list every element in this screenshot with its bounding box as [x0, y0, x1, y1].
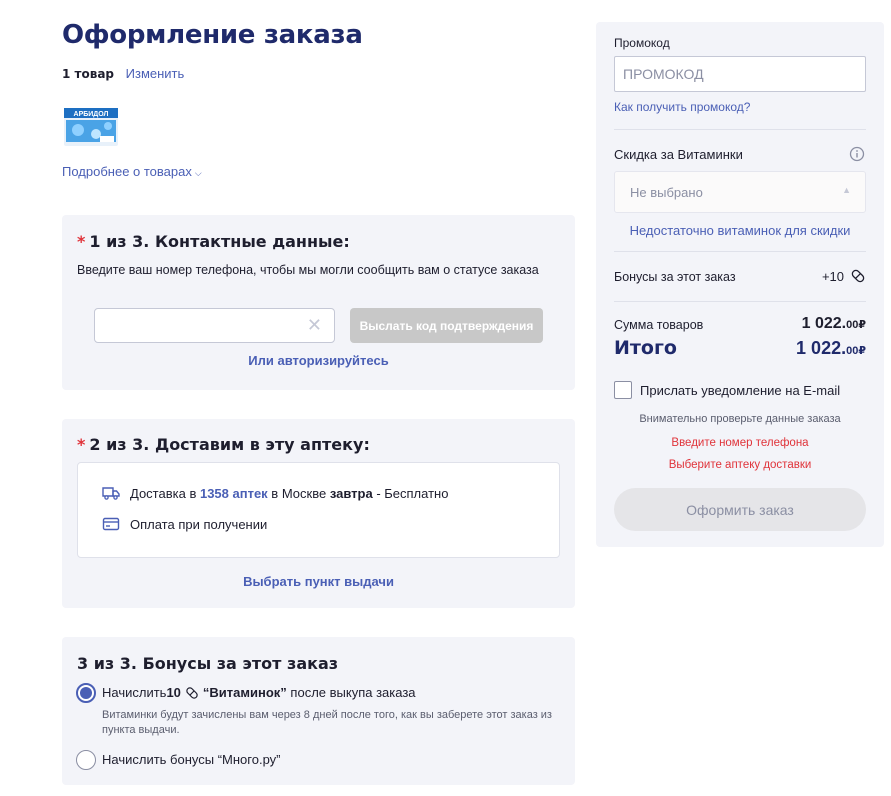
subtotal-label: Сумма товаров — [614, 318, 704, 332]
contact-step-description: Введите ваш номер телефона, чтобы мы мог… — [77, 263, 539, 277]
bonus-step-title: 3 из 3. Бонусы за этот заказ — [77, 654, 339, 673]
error-phone: Введите номер телефона — [671, 437, 809, 449]
delivery-price: - Бесплатно — [372, 485, 449, 501]
currency: ₽ — [858, 345, 866, 357]
vitamin-select-value: Не выбрано — [630, 185, 703, 200]
delivery-step-title: * 2 из 3. Доставим в эту аптеку: — [77, 435, 370, 454]
promo-help-link[interactable]: Как получить промокод? — [614, 100, 750, 114]
vitamin-bonus-note: Витаминки будут зачислены вам через 8 дн… — [102, 709, 552, 736]
items-line: 1 товар Изменить — [62, 66, 184, 81]
promo-input[interactable] — [614, 56, 866, 92]
divider — [614, 301, 866, 302]
check-order-note: Внимательно проверьте данные заказа — [639, 413, 841, 425]
bonus-label: Бонусы за этот заказ — [614, 270, 736, 284]
mnogo-bonus-radio[interactable] — [76, 750, 96, 770]
option1-name: “Витаминок” — [202, 685, 287, 700]
subtotal-main: 1 022. — [801, 315, 847, 332]
contact-step-title-text: 1 из 3. Контактные данные: — [89, 232, 350, 251]
option1-prefix: Начислить — [102, 685, 167, 700]
delivery-row: Доставка в 1358 аптек в Москве завтра - … — [102, 485, 448, 501]
delivery-city: в Москве — [267, 485, 330, 501]
delivery-when: завтра — [329, 485, 373, 501]
pharmacy-count: 1358 аптек — [199, 485, 268, 501]
mnogo-bonus-label[interactable]: Начислить бонусы “Много.ру” — [102, 752, 281, 767]
info-icon[interactable] — [849, 146, 865, 162]
contact-step-card: * 1 из 3. Контактные данные: Введите ваш … — [62, 215, 575, 390]
product-brand: АРБИДОЛ — [74, 111, 109, 118]
total-label: Итого — [614, 337, 677, 359]
divider — [614, 129, 866, 130]
required-mark: * — [77, 435, 86, 454]
subtotal-cents: 00 — [846, 319, 859, 331]
bonus-value: +10 — [822, 268, 866, 284]
vitamin-bonus-label[interactable]: Начислить 10 “Витаминок” после выкупа за… — [102, 685, 416, 700]
delivery-step-card: * 2 из 3. Доставим в эту аптеку: Доставка… — [62, 419, 575, 608]
phone-input[interactable]: ✕ — [94, 308, 335, 343]
authorize-link[interactable]: Или авторизируйтесь — [62, 353, 575, 368]
change-items-link[interactable]: Изменить — [126, 66, 185, 81]
vitamin-discount-select[interactable]: Не выбрано ▲ — [614, 171, 866, 213]
delivery-info-box: Доставка в 1358 аптек в Москве завтра - … — [77, 462, 560, 558]
more-about-products-link[interactable]: Подробнее о товарах ⌵ — [62, 164, 202, 179]
submit-order-button[interactable]: Оформить заказ — [614, 488, 866, 531]
required-mark: * — [77, 232, 86, 251]
option1-amount: 10 — [166, 685, 181, 700]
email-notify-label[interactable]: Прислать уведомление на E-mail — [640, 383, 840, 398]
truck-icon — [102, 485, 120, 501]
promo-label: Промокод — [614, 36, 670, 50]
bonus-amount: +10 — [821, 268, 844, 284]
more-link-label: Подробнее о товарах — [62, 164, 192, 179]
currency: ₽ — [858, 319, 866, 331]
vitamin-warning: Недостаточно витаминок для скидки — [629, 223, 851, 238]
page-title: Оформление заказа — [62, 20, 363, 50]
items-count: 1 товар — [62, 67, 115, 81]
clear-icon[interactable]: ✕ — [307, 316, 322, 334]
delivery-prefix: Доставка в — [130, 485, 200, 501]
card-icon — [102, 516, 120, 532]
vitamin-bonus-radio[interactable] — [76, 683, 96, 703]
chevron-down-icon: ⌵ — [194, 168, 202, 178]
vitamin-discount-label: Скидка за Витаминки — [614, 147, 743, 162]
payment-text: Оплата при получении — [130, 516, 268, 532]
bonus-step-card: 3 из 3. Бонусы за этот заказ Начислить 1… — [62, 637, 575, 785]
delivery-step-title-text: 2 из 3. Доставим в эту аптеку: — [89, 435, 370, 454]
choose-pickup-link[interactable]: Выбрать пункт выдачи — [62, 574, 575, 589]
payment-row: Оплата при получении — [102, 516, 267, 532]
divider — [614, 251, 866, 252]
error-pharmacy: Выберите аптеку доставки — [668, 459, 812, 471]
subtotal-value: 1 022.00₽ — [802, 315, 866, 333]
contact-step-title: * 1 из 3. Контактные данные: — [77, 232, 350, 251]
vitamin-pill-icon — [850, 268, 866, 284]
product-image: АРБИДОЛ — [64, 100, 118, 146]
vitamin-pill-icon — [185, 686, 199, 700]
chevron-up-icon: ▲ — [842, 185, 851, 195]
total-main: 1 022. — [796, 338, 847, 358]
option1-suffix: после выкупа заказа — [286, 685, 416, 700]
total-cents: 00 — [846, 345, 859, 357]
send-code-button[interactable]: Выслать код подтверждения — [350, 308, 543, 343]
total-value: 1 022.00₽ — [796, 338, 866, 359]
order-summary-sidebar: Промокод Как получить промокод? Скидка з… — [596, 22, 884, 547]
email-notify-checkbox[interactable] — [614, 381, 632, 399]
product-thumbnail[interactable]: АРБИДОЛ — [62, 96, 120, 148]
